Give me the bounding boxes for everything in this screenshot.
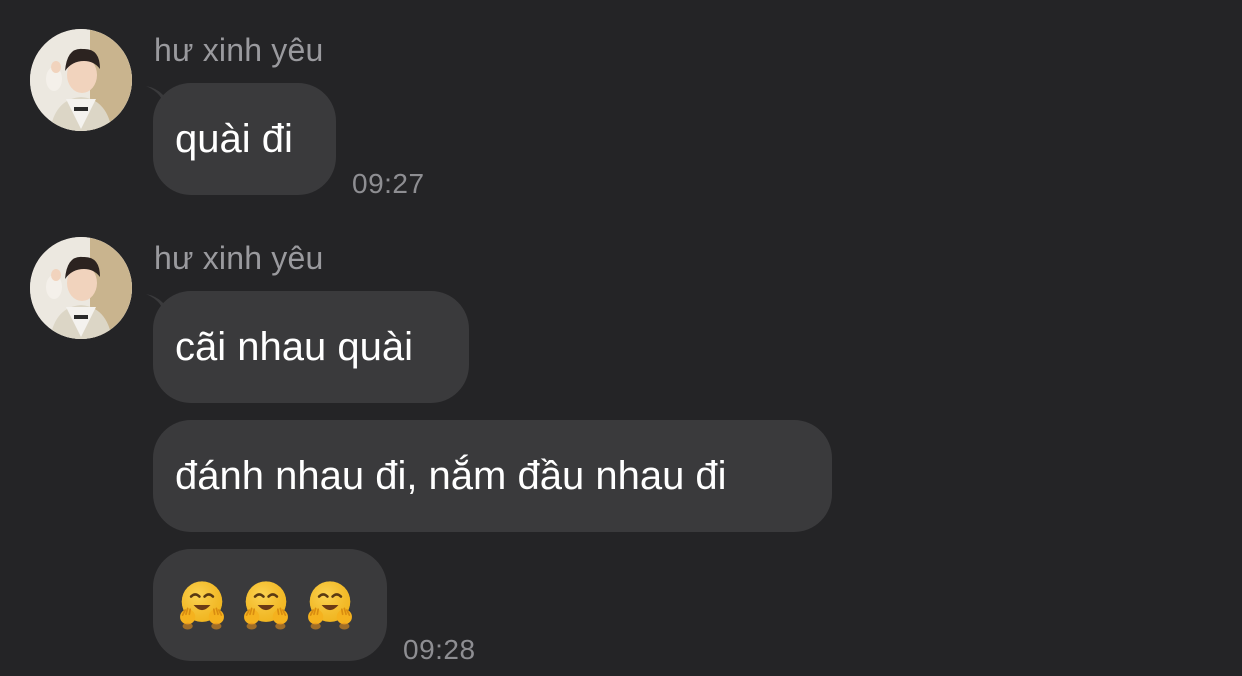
message-bubble[interactable]: đánh nhau đi, nắm đầu nhau đi [153, 420, 832, 532]
message-text: đánh nhau đi, nắm đầu nhau đi [175, 454, 727, 498]
message-text: quài đi [175, 117, 293, 161]
hugging-face-icon [175, 578, 229, 632]
message-timestamp: 09:28 [403, 634, 476, 665]
message-timestamp: 09:27 [352, 168, 425, 199]
sender-avatar[interactable] [30, 29, 132, 131]
message-bubble[interactable]: quài đi [153, 83, 336, 195]
hugging-face-icon [239, 578, 293, 632]
message-bubble[interactable]: cãi nhau quài [153, 291, 469, 403]
emoji-message-bubble[interactable] [153, 549, 387, 661]
hugging-face-icon [303, 578, 357, 632]
message-text: cãi nhau quài [175, 325, 413, 369]
sender-name: hư xinh yêu [154, 240, 324, 276]
chat-thread: hư xinh yêu quài đi 09:27 hư xinh yêu cã… [0, 0, 1242, 676]
sender-avatar[interactable] [30, 237, 132, 339]
sender-name: hư xinh yêu [154, 32, 324, 68]
